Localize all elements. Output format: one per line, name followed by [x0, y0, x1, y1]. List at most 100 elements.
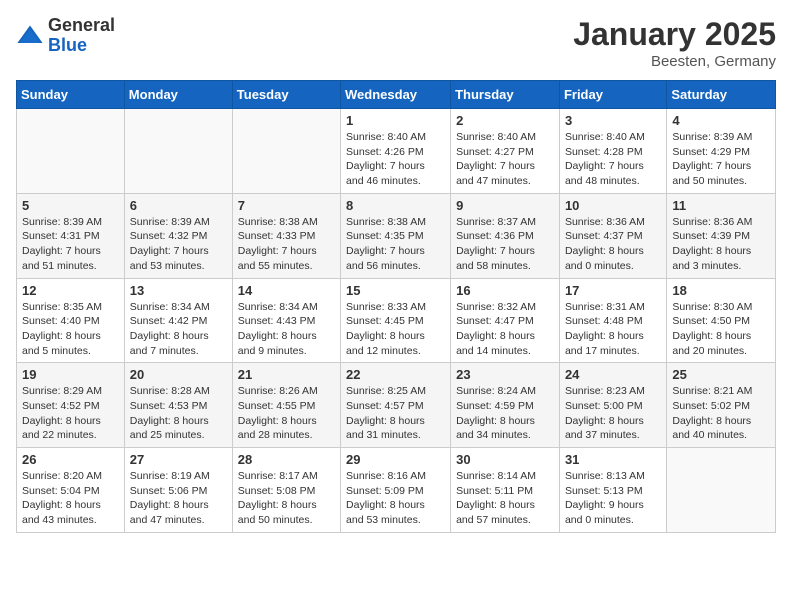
day-info: Sunrise: 8:32 AM Sunset: 4:47 PM Dayligh…: [456, 300, 554, 359]
day-number: 25: [672, 367, 770, 382]
day-number: 9: [456, 198, 554, 213]
day-number: 7: [238, 198, 335, 213]
calendar-cell: 26 Sunrise: 8:20 AM Sunset: 5:04 PM Dayli…: [17, 448, 125, 533]
day-info: Sunrise: 8:19 AM Sunset: 5:06 PM Dayligh…: [130, 469, 227, 528]
day-number: 15: [346, 283, 445, 298]
day-info: Sunrise: 8:17 AM Sunset: 5:08 PM Dayligh…: [238, 469, 335, 528]
calendar-cell: 17 Sunrise: 8:31 AM Sunset: 4:48 PM Dayli…: [559, 278, 666, 363]
calendar-cell: 10 Sunrise: 8:36 AM Sunset: 4:37 PM Dayli…: [559, 193, 666, 278]
day-info: Sunrise: 8:39 AM Sunset: 4:29 PM Dayligh…: [672, 130, 770, 189]
day-info: Sunrise: 8:36 AM Sunset: 4:37 PM Dayligh…: [565, 215, 661, 274]
calendar-cell: 19 Sunrise: 8:29 AM Sunset: 4:52 PM Dayli…: [17, 363, 125, 448]
day-info: Sunrise: 8:16 AM Sunset: 5:09 PM Dayligh…: [346, 469, 445, 528]
calendar-cell: [667, 448, 776, 533]
calendar-cell: 22 Sunrise: 8:25 AM Sunset: 4:57 PM Dayli…: [341, 363, 451, 448]
day-number: 29: [346, 452, 445, 467]
day-info: Sunrise: 8:21 AM Sunset: 5:02 PM Dayligh…: [672, 384, 770, 443]
day-number: 14: [238, 283, 335, 298]
day-number: 17: [565, 283, 661, 298]
calendar-cell: 3 Sunrise: 8:40 AM Sunset: 4:28 PM Daylig…: [559, 109, 666, 194]
day-info: Sunrise: 8:24 AM Sunset: 4:59 PM Dayligh…: [456, 384, 554, 443]
day-number: 2: [456, 113, 554, 128]
calendar-cell: 25 Sunrise: 8:21 AM Sunset: 5:02 PM Dayli…: [667, 363, 776, 448]
day-number: 24: [565, 367, 661, 382]
day-number: 26: [22, 452, 119, 467]
day-number: 28: [238, 452, 335, 467]
day-number: 13: [130, 283, 227, 298]
calendar-cell: 28 Sunrise: 8:17 AM Sunset: 5:08 PM Dayli…: [232, 448, 340, 533]
weekday-header-thursday: Thursday: [451, 81, 560, 109]
day-number: 19: [22, 367, 119, 382]
calendar-cell: 8 Sunrise: 8:38 AM Sunset: 4:35 PM Daylig…: [341, 193, 451, 278]
day-number: 27: [130, 452, 227, 467]
calendar-cell: 6 Sunrise: 8:39 AM Sunset: 4:32 PM Daylig…: [124, 193, 232, 278]
calendar-week-5: 26 Sunrise: 8:20 AM Sunset: 5:04 PM Dayli…: [17, 448, 776, 533]
day-info: Sunrise: 8:25 AM Sunset: 4:57 PM Dayligh…: [346, 384, 445, 443]
weekday-header-saturday: Saturday: [667, 81, 776, 109]
weekday-header-wednesday: Wednesday: [341, 81, 451, 109]
calendar-cell: 11Sunrise: 8:36 AM Sunset: 4:39 PM Dayli…: [667, 193, 776, 278]
day-info: Sunrise: 8:39 AM Sunset: 4:32 PM Dayligh…: [130, 215, 227, 274]
day-number: 10: [565, 198, 661, 213]
calendar-cell: 9Sunrise: 8:37 AM Sunset: 4:36 PM Daylig…: [451, 193, 560, 278]
day-info: Sunrise: 8:38 AM Sunset: 4:33 PM Dayligh…: [238, 215, 335, 274]
calendar-cell: 30 Sunrise: 8:14 AM Sunset: 5:11 PM Dayli…: [451, 448, 560, 533]
logo: General Blue: [16, 16, 115, 56]
day-info: Sunrise: 8:40 AM Sunset: 4:27 PM Dayligh…: [456, 130, 554, 189]
day-info: Sunrise: 8:23 AM Sunset: 5:00 PM Dayligh…: [565, 384, 661, 443]
day-number: 22: [346, 367, 445, 382]
day-number: 23: [456, 367, 554, 382]
day-number: 18: [672, 283, 770, 298]
calendar-cell: 31 Sunrise: 8:13 AM Sunset: 5:13 PM Dayli…: [559, 448, 666, 533]
calendar-cell: 29 Sunrise: 8:16 AM Sunset: 5:09 PM Dayli…: [341, 448, 451, 533]
calendar-cell: 20Sunrise: 8:28 AM Sunset: 4:53 PM Dayli…: [124, 363, 232, 448]
day-number: 8: [346, 198, 445, 213]
calendar-cell: 2 Sunrise: 8:40 AM Sunset: 4:27 PM Daylig…: [451, 109, 560, 194]
day-number: 1: [346, 113, 445, 128]
calendar-cell: 5 Sunrise: 8:39 AM Sunset: 4:31 PM Daylig…: [17, 193, 125, 278]
calendar-cell: 27 Sunrise: 8:19 AM Sunset: 5:06 PM Dayli…: [124, 448, 232, 533]
calendar-cell: 23 Sunrise: 8:24 AM Sunset: 4:59 PM Dayli…: [451, 363, 560, 448]
day-info: Sunrise: 8:31 AM Sunset: 4:48 PM Dayligh…: [565, 300, 661, 359]
day-info: Sunrise: 8:39 AM Sunset: 4:31 PM Dayligh…: [22, 215, 119, 274]
calendar-week-3: 12Sunrise: 8:35 AM Sunset: 4:40 PM Dayli…: [17, 278, 776, 363]
day-info: Sunrise: 8:40 AM Sunset: 4:26 PM Dayligh…: [346, 130, 445, 189]
day-info: Sunrise: 8:33 AM Sunset: 4:45 PM Dayligh…: [346, 300, 445, 359]
day-info: Sunrise: 8:30 AM Sunset: 4:50 PM Dayligh…: [672, 300, 770, 359]
month-title: January 2025: [573, 16, 776, 53]
calendar-cell: 24 Sunrise: 8:23 AM Sunset: 5:00 PM Dayli…: [559, 363, 666, 448]
location: Beesten, Germany: [573, 53, 776, 70]
calendar-cell: 18 Sunrise: 8:30 AM Sunset: 4:50 PM Dayli…: [667, 278, 776, 363]
day-info: Sunrise: 8:38 AM Sunset: 4:35 PM Dayligh…: [346, 215, 445, 274]
calendar-cell: [232, 109, 340, 194]
day-number: 6: [130, 198, 227, 213]
day-number: 11: [672, 198, 770, 213]
calendar-cell: [124, 109, 232, 194]
day-info: Sunrise: 8:20 AM Sunset: 5:04 PM Dayligh…: [22, 469, 119, 528]
day-info: Sunrise: 8:13 AM Sunset: 5:13 PM Dayligh…: [565, 469, 661, 528]
day-info: Sunrise: 8:26 AM Sunset: 4:55 PM Dayligh…: [238, 384, 335, 443]
calendar-cell: 21 Sunrise: 8:26 AM Sunset: 4:55 PM Dayli…: [232, 363, 340, 448]
calendar-cell: 7 Sunrise: 8:38 AM Sunset: 4:33 PM Daylig…: [232, 193, 340, 278]
day-info: Sunrise: 8:14 AM Sunset: 5:11 PM Dayligh…: [456, 469, 554, 528]
day-number: 4: [672, 113, 770, 128]
weekday-header-row: SundayMondayTuesdayWednesdayThursdayFrid…: [17, 81, 776, 109]
day-number: 31: [565, 452, 661, 467]
day-info: Sunrise: 8:40 AM Sunset: 4:28 PM Dayligh…: [565, 130, 661, 189]
calendar-cell: 1 Sunrise: 8:40 AM Sunset: 4:26 PM Daylig…: [341, 109, 451, 194]
day-number: 21: [238, 367, 335, 382]
day-number: 3: [565, 113, 661, 128]
day-info: Sunrise: 8:28 AM Sunset: 4:53 PM Dayligh…: [130, 384, 227, 443]
calendar-cell: [17, 109, 125, 194]
weekday-header-friday: Friday: [559, 81, 666, 109]
calendar-cell: 12Sunrise: 8:35 AM Sunset: 4:40 PM Dayli…: [17, 278, 125, 363]
calendar-table: SundayMondayTuesdayWednesdayThursdayFrid…: [16, 80, 776, 533]
day-number: 5: [22, 198, 119, 213]
calendar-week-4: 19 Sunrise: 8:29 AM Sunset: 4:52 PM Dayli…: [17, 363, 776, 448]
title-block: January 2025 Beesten, Germany: [573, 16, 776, 70]
day-info: Sunrise: 8:29 AM Sunset: 4:52 PM Dayligh…: [22, 384, 119, 443]
calendar-cell: 14Sunrise: 8:34 AM Sunset: 4:43 PM Dayli…: [232, 278, 340, 363]
day-number: 30: [456, 452, 554, 467]
logo-blue-text: Blue: [48, 36, 115, 56]
weekday-header-sunday: Sunday: [17, 81, 125, 109]
